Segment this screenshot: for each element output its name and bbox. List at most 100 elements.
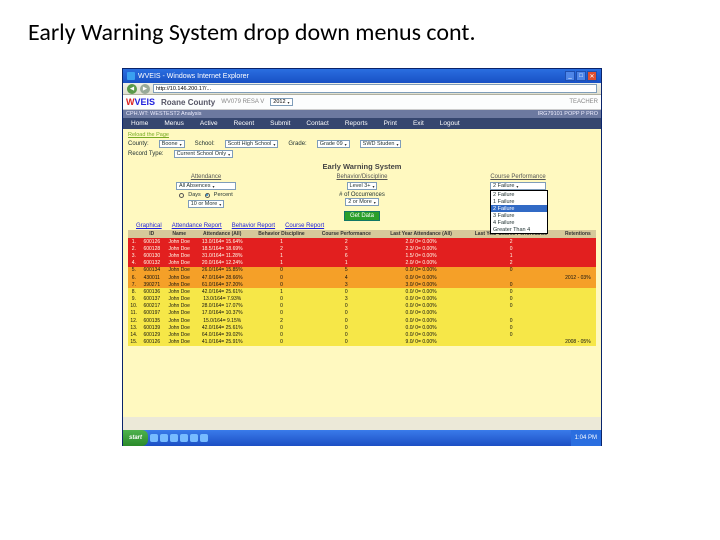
county-label: County: — [128, 141, 149, 147]
task-icon[interactable] — [160, 434, 168, 442]
table-row[interactable]: 13.600139John Doe42.0/164= 25.61%000.0/ … — [128, 324, 596, 331]
section-title: Early Warning System — [128, 162, 596, 171]
task-icon[interactable] — [180, 434, 188, 442]
year-select[interactable]: 2012 — [270, 98, 292, 106]
menu-submit[interactable]: Submit — [262, 118, 298, 129]
col-header: ID — [140, 230, 164, 238]
task-icon[interactable] — [150, 434, 158, 442]
report-link[interactable]: Attendance Report — [172, 223, 222, 229]
course-option[interactable]: 2 Failure — [491, 191, 547, 198]
school-select[interactable]: Scott High School — [225, 140, 279, 148]
role-label: TEACHER — [569, 99, 598, 105]
menu-active[interactable]: Active — [192, 118, 226, 129]
rectype-select[interactable]: Current School Only — [174, 150, 234, 158]
back-icon[interactable]: ◀ — [127, 84, 137, 94]
course-dropdown-list[interactable]: 2 Failure1 Failure2 Failure3 Failure4 Fa… — [490, 190, 548, 234]
taskbar: start 1:04 PM — [123, 430, 601, 446]
table-row[interactable]: 7.390271John Doe61.0/164= 37.20%033.0/ 0… — [128, 281, 596, 288]
maximize-button[interactable]: □ — [576, 71, 586, 81]
col-header — [128, 230, 140, 238]
task-icon[interactable] — [200, 434, 208, 442]
occurrences-select[interactable]: 2 or More — [345, 198, 379, 206]
report-link[interactable]: Course Report — [285, 223, 324, 229]
attendance-column: Attendance All Absences Days Percent 10 … — [128, 174, 284, 208]
minimize-button[interactable]: _ — [565, 71, 575, 81]
menu-exit[interactable]: Exit — [405, 118, 432, 129]
start-button[interactable]: start — [123, 430, 148, 446]
titlebar: WVEIS - Windows Internet Explorer _ □ ✕ — [123, 69, 601, 83]
task-icon[interactable] — [170, 434, 178, 442]
course-column: Course Performance 2 Failure 2 Failure1 … — [440, 174, 596, 208]
course-option[interactable]: 3 Failure — [491, 212, 547, 219]
swd-select[interactable]: SWD Studen — [360, 140, 402, 148]
menu-logout[interactable]: Logout — [432, 118, 468, 129]
menu-print[interactable]: Print — [376, 118, 405, 129]
window-title: WVEIS - Windows Internet Explorer — [138, 73, 565, 80]
close-button[interactable]: ✕ — [587, 71, 597, 81]
main-menu: HomeMenusActiveRecentSubmitContactReport… — [123, 118, 601, 129]
table-row[interactable]: 4.600132John Doe20.0/164= 12.24%112.0/ 0… — [128, 260, 596, 267]
get-data-button[interactable]: Get Data — [344, 211, 380, 221]
col-header: Name — [164, 230, 194, 238]
address-bar: ◀ ▶ http://10.146.200.17/... — [123, 83, 601, 95]
county-select[interactable]: Boone — [159, 140, 185, 148]
banner-subline: CPH.WT: WESTEST2 AnalysisIRG79101 POPP P… — [123, 110, 601, 118]
report-link[interactable]: Behavior Report — [232, 223, 275, 229]
course-select[interactable]: 2 Failure — [490, 182, 546, 190]
forward-icon[interactable]: ▶ — [140, 84, 150, 94]
menu-reports[interactable]: Reports — [337, 118, 376, 129]
course-option[interactable]: 4 Failure — [491, 219, 547, 226]
attendance-threshold-select[interactable]: 10 or More — [188, 200, 225, 208]
table-row[interactable]: 5.600134John Doe26.0/164= 15.85%050.0/ 0… — [128, 267, 596, 274]
url-input[interactable]: http://10.146.200.17/... — [153, 84, 597, 93]
county-name: Roane County — [161, 98, 215, 107]
slide-title: Early Warning System drop down menus con… — [0, 0, 720, 55]
behavior-level-select[interactable]: Level 3+ — [347, 182, 378, 190]
report-link[interactable]: Graphical — [136, 223, 162, 229]
table-row[interactable]: 12.600135John Doe15.0/164= 9.15%200.0/ 0… — [128, 317, 596, 324]
course-head: Course Performance — [440, 174, 596, 180]
menu-menus[interactable]: Menus — [156, 118, 192, 129]
rectype-label: Record Type: — [128, 151, 164, 157]
behavior-column: Behavior/Discipline Level 3+ # of Occurr… — [284, 174, 440, 208]
absences-select[interactable]: All Absences — [176, 182, 236, 190]
school-label: School: — [195, 141, 215, 147]
days-radio[interactable] — [179, 193, 184, 198]
menu-home[interactable]: Home — [123, 118, 156, 129]
app-banner: WVEIS Roane County WV079 RESA V 2012 TEA… — [123, 95, 601, 110]
course-option[interactable]: Greater Than 4 — [491, 226, 547, 233]
col-header: Last Year Attendance (All) — [380, 230, 463, 238]
grade-label: Grade: — [288, 141, 306, 147]
col-header: Attendance (All) — [194, 230, 250, 238]
attendance-head: Attendance — [128, 174, 284, 180]
system-tray: 1:04 PM — [571, 430, 601, 446]
course-option[interactable]: 2 Failure — [491, 205, 547, 212]
browser-window: WVEIS - Windows Internet Explorer _ □ ✕ … — [122, 68, 602, 446]
table-row[interactable]: 11.600197John Doe17.0/164= 10.37%000.0/ … — [128, 310, 596, 317]
col-header: Behavior Discipline — [250, 230, 313, 238]
table-row[interactable]: 14.600129John Doe64.0/164= 39.02%000.0/ … — [128, 331, 596, 338]
course-option[interactable]: 1 Failure — [491, 198, 547, 205]
table-row[interactable]: 2.600128John Doe18.5/164= 18.69%232.3/ 0… — [128, 245, 596, 252]
ie-icon — [127, 72, 135, 80]
logo: WVEIS — [126, 97, 155, 107]
menu-contact[interactable]: Contact — [298, 118, 336, 129]
resa-label: WV079 RESA V — [221, 99, 264, 105]
table-row[interactable]: 10.600217John Doe28.0/164= 17.07%000.0/ … — [128, 303, 596, 310]
behavior-head: Behavior/Discipline — [284, 174, 440, 180]
reload-link[interactable]: Reload the Page — [128, 132, 596, 138]
menu-recent[interactable]: Recent — [226, 118, 263, 129]
col-header: Retentions — [560, 230, 596, 238]
task-icon[interactable] — [190, 434, 198, 442]
table-row[interactable]: 15.600126John Doe41.0/164= 25.91%009.0/ … — [128, 339, 596, 346]
table-row[interactable]: 8.600136John Doe42.0/164= 25.61%100.0/ 0… — [128, 288, 596, 295]
content-area: Reload the Page County: Boone School: Sc… — [123, 129, 601, 417]
col-header: Course Performance — [313, 230, 380, 238]
table-row[interactable]: 9.600137John Doe13.0/164= 7.93%030.0/ 0=… — [128, 296, 596, 303]
percent-radio[interactable] — [205, 193, 210, 198]
table-row[interactable]: 1.600126John Doe13.0/164= 15.64%122.0/ 0… — [128, 238, 596, 245]
grade-select[interactable]: Grade 09 — [317, 140, 350, 148]
results-table: IDNameAttendance (All)Behavior Disciplin… — [128, 230, 596, 346]
table-row[interactable]: 6.430011John Doe47.0/164= 28.66%040.0/ 0… — [128, 274, 596, 281]
table-row[interactable]: 3.600130John Doe31.0/164= 11.28%161.5/ 0… — [128, 252, 596, 259]
